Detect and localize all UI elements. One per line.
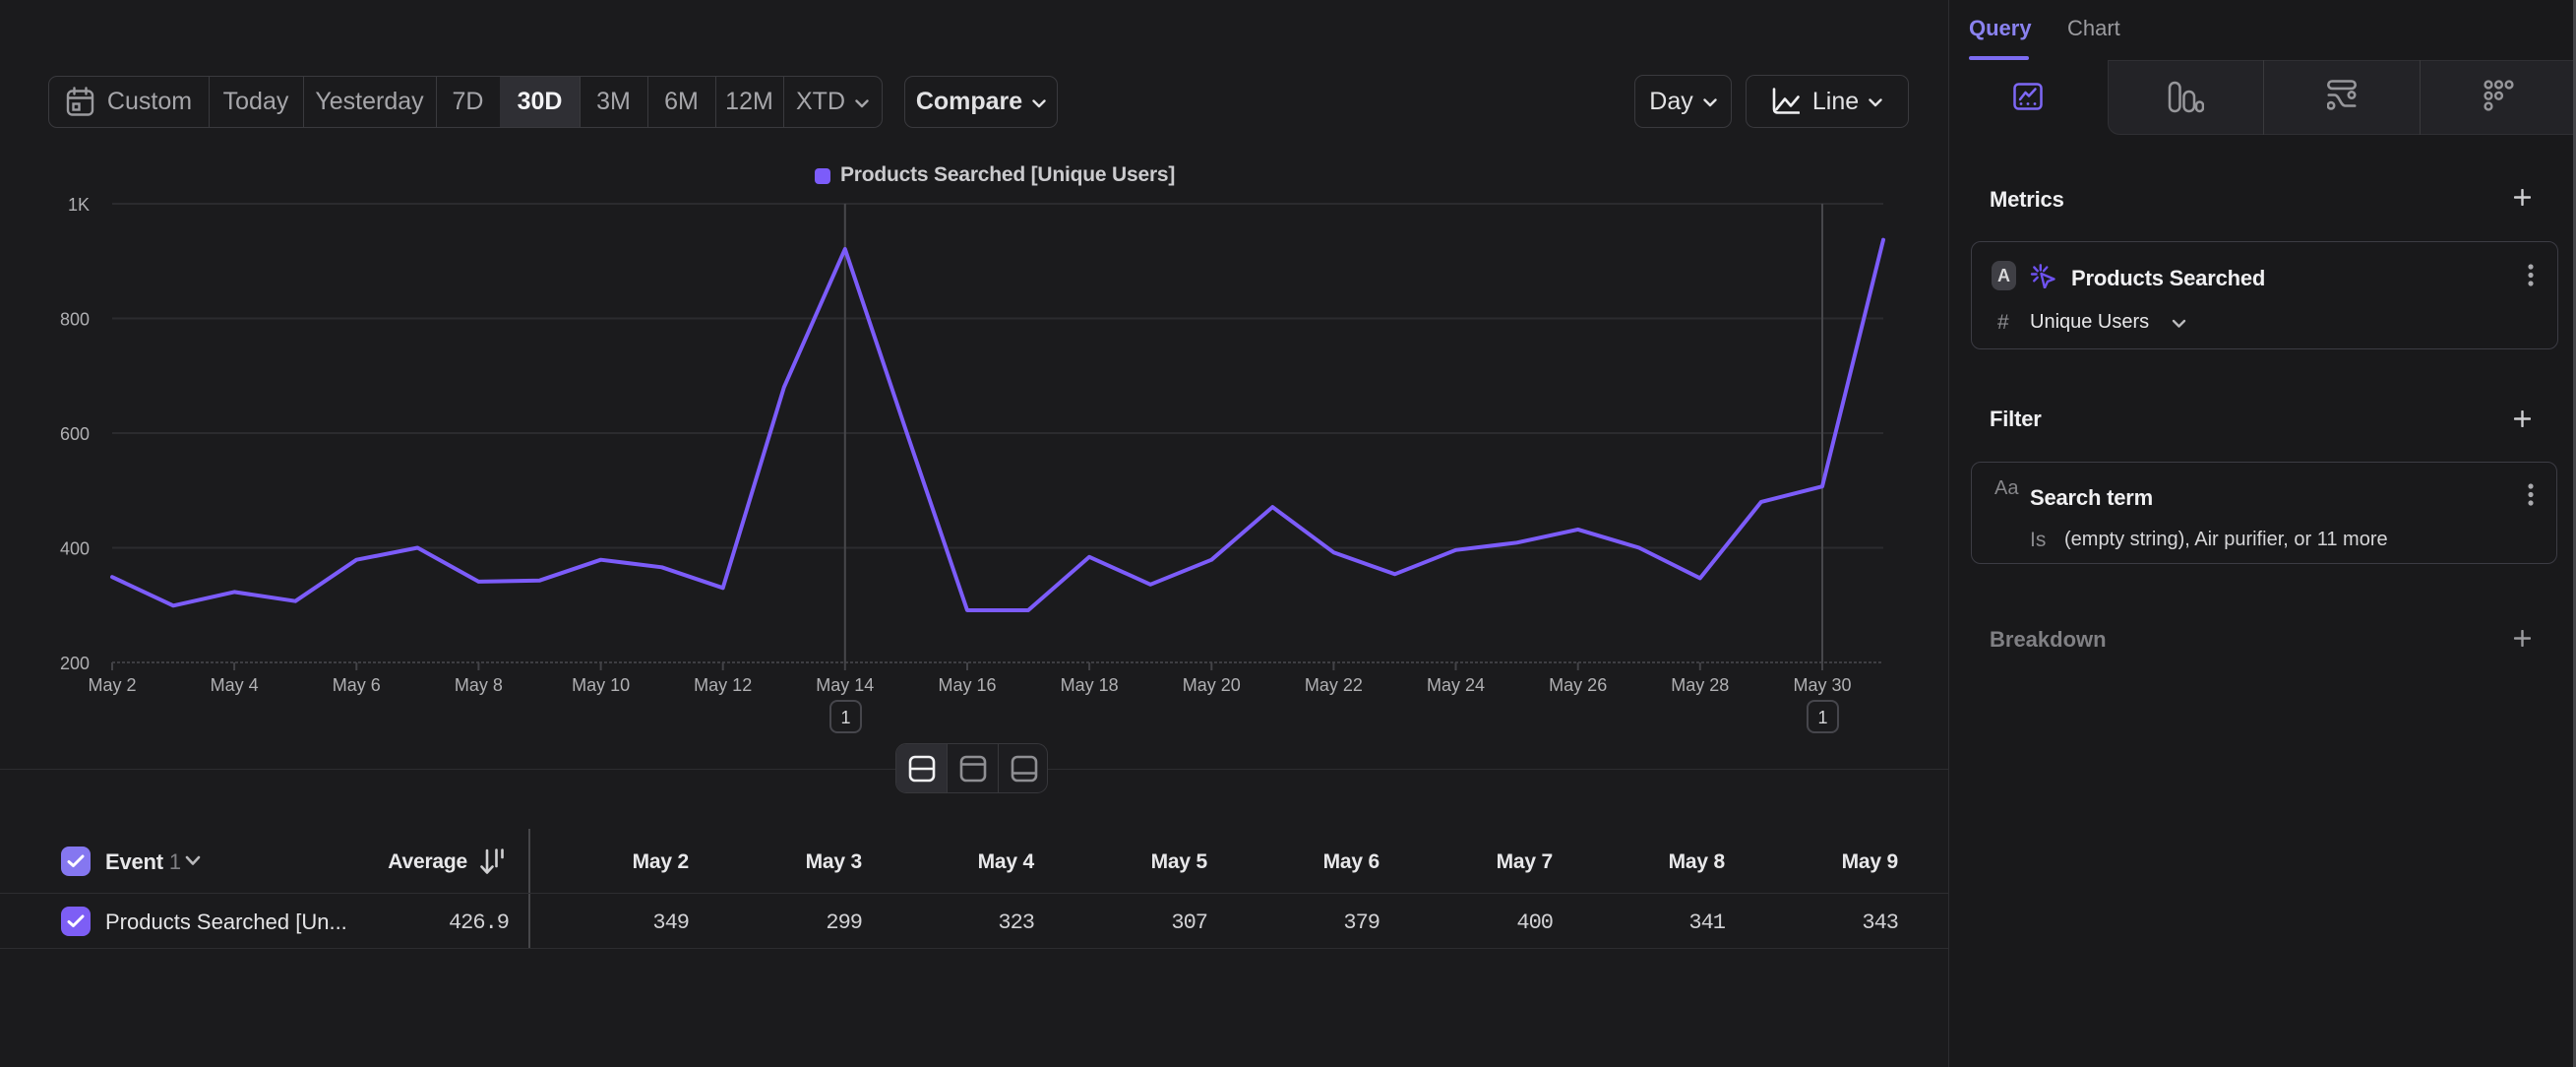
svg-text:May 6: May 6 xyxy=(333,675,381,695)
svg-text:May 22: May 22 xyxy=(1305,675,1363,695)
svg-text:May 20: May 20 xyxy=(1183,675,1241,695)
svg-text:May 16: May 16 xyxy=(938,675,996,695)
svg-text:May 26: May 26 xyxy=(1549,675,1607,695)
svg-text:May 28: May 28 xyxy=(1671,675,1729,695)
svg-text:400: 400 xyxy=(60,539,90,559)
svg-text:May 10: May 10 xyxy=(572,675,630,695)
svg-text:May 12: May 12 xyxy=(694,675,752,695)
svg-text:May 8: May 8 xyxy=(455,675,503,695)
svg-text:1K: 1K xyxy=(68,195,90,215)
svg-text:800: 800 xyxy=(60,310,90,330)
svg-text:May 4: May 4 xyxy=(211,675,259,695)
svg-text:1: 1 xyxy=(1817,708,1827,727)
svg-text:May 24: May 24 xyxy=(1427,675,1485,695)
svg-text:200: 200 xyxy=(60,654,90,673)
svg-text:May 2: May 2 xyxy=(88,675,136,695)
svg-text:May 14: May 14 xyxy=(816,675,874,695)
svg-text:600: 600 xyxy=(60,424,90,444)
svg-text:May 18: May 18 xyxy=(1061,675,1119,695)
svg-text:May 30: May 30 xyxy=(1793,675,1851,695)
svg-text:1: 1 xyxy=(840,708,850,727)
